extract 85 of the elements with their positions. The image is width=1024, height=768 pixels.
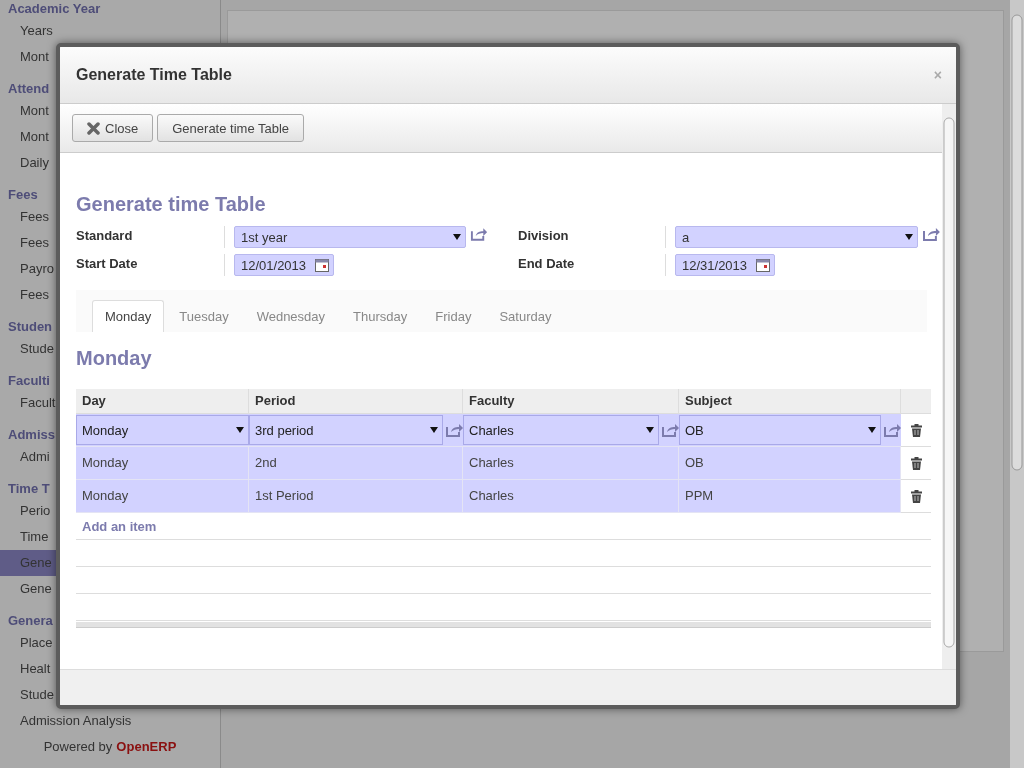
sidebar-item[interactable]: Daily [0, 150, 49, 176]
field-label: Start Date [76, 255, 139, 273]
dialog-scrollbar[interactable] [942, 104, 956, 669]
powered-by-text: Powered by [43, 738, 113, 756]
select-field[interactable]: 1st year [234, 226, 466, 248]
field-label: Standard [76, 227, 134, 245]
generate-button[interactable]: Generate time Table [157, 114, 305, 142]
form-title: Generate time Table [76, 193, 267, 216]
sidebar-section-title: Studen [8, 318, 53, 336]
sidebar-item[interactable]: Perio [0, 498, 51, 524]
add-item-link[interactable]: Add an item [82, 518, 157, 534]
sidebar-item[interactable]: Years [0, 18, 53, 44]
day-tab[interactable]: Saturday [486, 300, 565, 332]
day-tab[interactable]: Thursday [340, 300, 421, 332]
caret-icon [430, 427, 438, 433]
sidebar-item[interactable]: Admission Analysis [0, 708, 132, 734]
sidebar-item[interactable]: Gene [0, 576, 52, 602]
day-tab[interactable]: Tuesday [166, 300, 242, 332]
caret-icon [646, 427, 654, 433]
trash-icon[interactable] [910, 489, 922, 503]
brand-link[interactable]: OpenERP [116, 738, 177, 756]
caret-icon [236, 427, 244, 433]
date-field[interactable]: 12/01/2013 [234, 254, 334, 276]
day-select[interactable]: Monday [76, 415, 249, 445]
sidebar-item[interactable]: Mont [0, 44, 49, 70]
header-filler [901, 389, 931, 414]
day-tab[interactable]: Friday [422, 300, 485, 332]
table-cell: OB [679, 447, 901, 480]
sidebar-item[interactable]: Mont [0, 124, 49, 150]
external-link-icon[interactable] [922, 226, 940, 242]
table-cell: 1st Period [249, 480, 463, 513]
external-link-icon[interactable] [445, 422, 463, 438]
select-field[interactable]: a [675, 226, 919, 248]
sidebar-item[interactable]: Place [0, 630, 53, 656]
field-label: Division [518, 227, 570, 245]
column-header[interactable]: Subject [679, 389, 901, 414]
select-field[interactable]: OB [679, 415, 881, 445]
sidebar-item[interactable]: Facult [0, 390, 56, 416]
trash-icon[interactable] [910, 456, 922, 470]
table-cell: PPM [679, 480, 901, 513]
sidebar-section-title: Academic Year [8, 0, 101, 18]
calendar-icon[interactable] [315, 258, 329, 272]
column-header[interactable]: Faculty [463, 389, 679, 414]
sidebar-item[interactable]: Fees [0, 282, 49, 308]
sidebar-item[interactable]: Stude [0, 336, 54, 362]
select-field[interactable]: Charles [463, 415, 659, 445]
sidebar-section-title: Time T [8, 480, 50, 498]
table-cell: Charles [463, 480, 679, 513]
close-button[interactable]: Close [72, 114, 154, 142]
external-link-icon[interactable] [469, 226, 487, 242]
sidebar-item[interactable]: Healt [0, 656, 51, 682]
calendar-icon[interactable] [756, 258, 770, 272]
sidebar-item[interactable]: Stude [0, 682, 54, 708]
table-cell: Monday [76, 447, 249, 480]
table-cell: Monday [76, 480, 249, 513]
select-field[interactable]: 3rd period [249, 415, 443, 445]
close-icon [87, 121, 100, 135]
date-field[interactable]: 12/31/2013 [675, 254, 775, 276]
sidebar-item[interactable]: Payro [0, 256, 54, 282]
dialog-title: Generate Time Table [76, 66, 232, 84]
section-title: Monday [76, 347, 153, 370]
sidebar-item[interactable]: Mont [0, 98, 49, 124]
sidebar-section-title: Fees [8, 186, 38, 204]
sidebar-section-title: Attend [8, 80, 50, 98]
caret-icon [452, 234, 461, 240]
trash-icon[interactable] [910, 423, 922, 437]
caret-icon [868, 427, 876, 433]
day-tab[interactable]: Monday [92, 300, 165, 332]
external-link-icon[interactable] [661, 422, 679, 438]
sidebar-section-title: Admiss [8, 426, 55, 444]
sidebar-section-title: Faculti [8, 372, 50, 390]
day-tab[interactable]: Wednesday [243, 300, 339, 332]
table-cell: 2nd [249, 447, 463, 480]
sidebar-item[interactable]: Admi [0, 444, 50, 470]
field-label: End Date [518, 255, 576, 273]
table-cell: Charles [463, 447, 679, 480]
sidebar-item[interactable]: Fees [0, 230, 49, 256]
sidebar-item[interactable]: Time [0, 524, 49, 550]
caret-icon [905, 234, 914, 240]
column-header[interactable]: Day [76, 389, 249, 414]
column-header[interactable]: Period [249, 389, 463, 414]
external-link-icon[interactable] [883, 422, 901, 438]
sidebar-section-title: Genera [8, 612, 53, 630]
sidebar-item[interactable]: Fees [0, 204, 49, 230]
page-scrollbar[interactable] [1010, 0, 1024, 768]
